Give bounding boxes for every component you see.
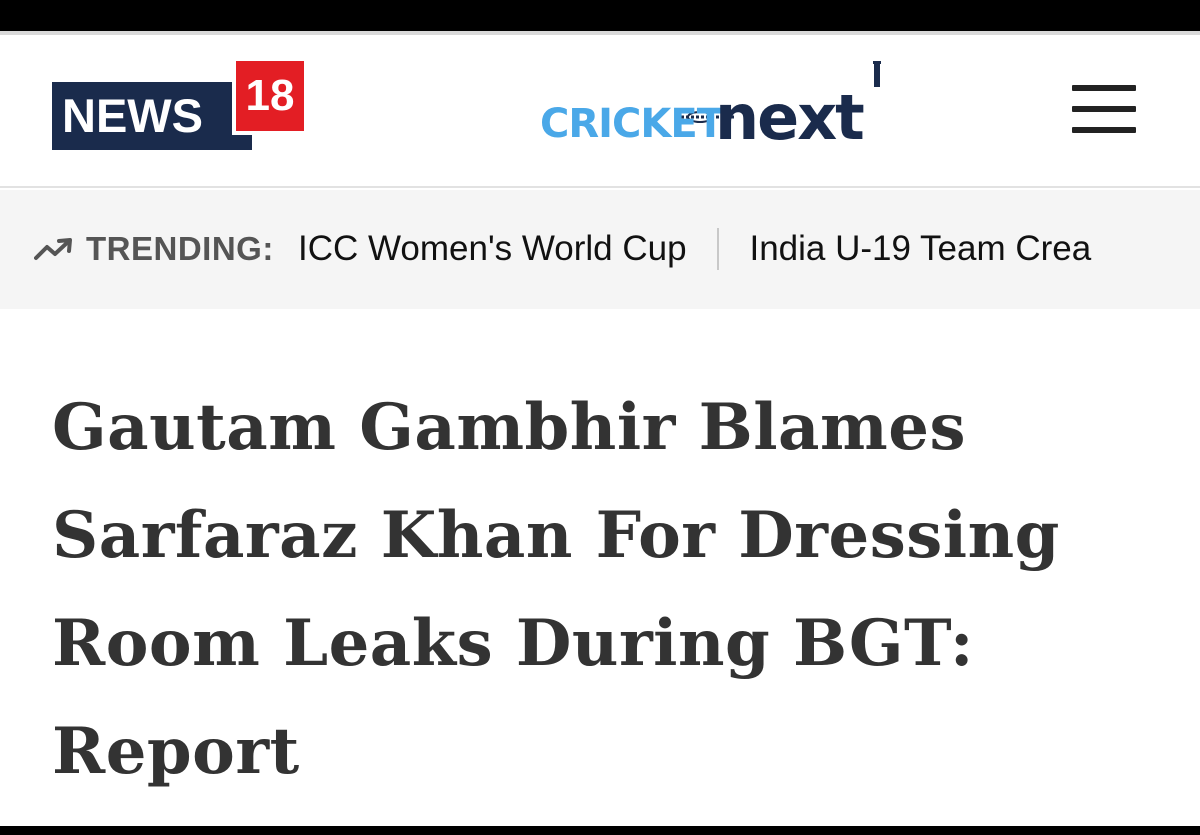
trending-items: ICC Women's World Cup India U-19 Team Cr… [298, 228, 1172, 270]
news18-logo[interactable]: NEWS 18 [52, 61, 304, 151]
trending-separator [717, 228, 720, 270]
trending-item-india-u19[interactable]: India U-19 Team Crea [749, 229, 1091, 269]
trending-bar: TRENDING: ICC Women's World Cup India U-… [0, 190, 1200, 309]
bottom-frame-bar [0, 826, 1200, 835]
hamburger-menu-icon[interactable] [1072, 85, 1138, 135]
cricketnext-logo[interactable]: CRICKET next [540, 59, 895, 155]
news18-logo-text: NEWS [52, 82, 252, 150]
trending-up-icon [34, 238, 72, 260]
article-headline: Gautam Gambhir Blames Sarfaraz Khan For … [52, 390, 1060, 789]
trending-item-womens-world-cup[interactable]: ICC Women's World Cup [298, 229, 687, 269]
cricketnext-logo-next: next [715, 81, 865, 154]
news18-logo-number: 18 [232, 61, 304, 135]
site-header: NEWS 18 CRICKET next [0, 35, 1200, 188]
cricketnext-logo-cricket: CRICKET [540, 101, 724, 147]
trending-label: TRENDING: [86, 230, 274, 267]
top-frame-bar [0, 0, 1200, 31]
